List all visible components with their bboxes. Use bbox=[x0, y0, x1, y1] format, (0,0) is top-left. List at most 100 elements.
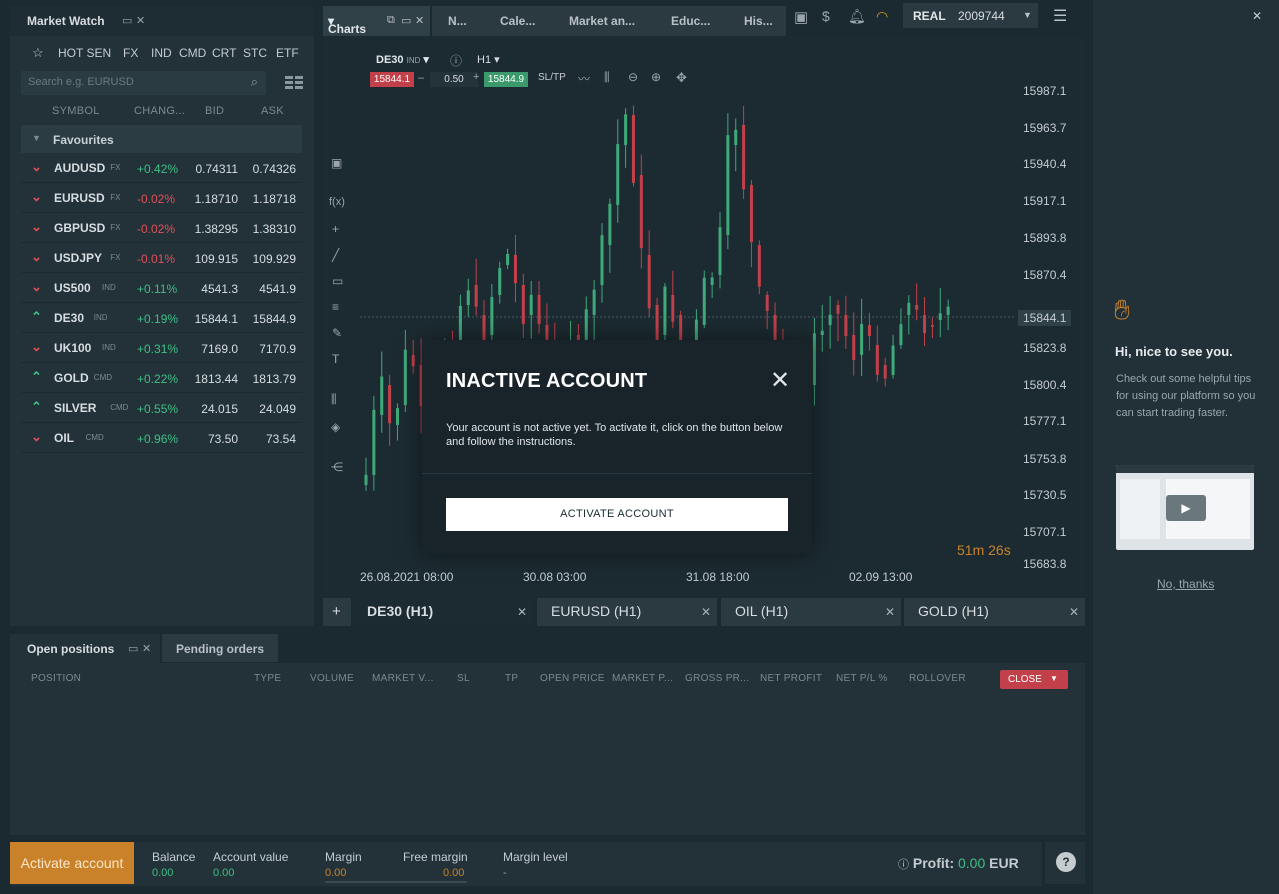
share-icon[interactable]: ⋲ bbox=[331, 460, 343, 474]
layout-icon[interactable]: ▣ bbox=[794, 8, 808, 26]
sltp-button[interactable]: SL/TP bbox=[538, 72, 566, 83]
no-thanks-link[interactable]: No, thanks bbox=[1157, 577, 1214, 591]
col-symbol[interactable]: SYMBOL bbox=[52, 105, 100, 117]
tab-hot-sen[interactable]: HOT SEN bbox=[58, 46, 111, 60]
rectangle-tool-icon[interactable]: ▭ bbox=[332, 274, 343, 288]
crosshair-icon[interactable]: + bbox=[332, 222, 339, 236]
help-button[interactable]: ? bbox=[1045, 842, 1085, 884]
chart-tab-eurusd[interactable]: EURUSD (H1) ✕ bbox=[537, 598, 717, 626]
favorites-star-icon[interactable]: ☆ bbox=[32, 45, 44, 61]
close-icon[interactable]: ✕ bbox=[701, 605, 711, 619]
close-icon[interactable]: ✕ bbox=[415, 14, 424, 27]
tab-market-analysis[interactable]: Market an... bbox=[569, 14, 635, 28]
chart-symbol[interactable]: DE30 IND ▾ bbox=[376, 53, 429, 66]
layers-icon[interactable]: ◈ bbox=[331, 420, 340, 434]
pen-tool-icon[interactable]: ✎ bbox=[332, 326, 342, 340]
column-header[interactable]: VOLUME bbox=[310, 673, 354, 684]
volume-decrease[interactable]: – bbox=[418, 72, 424, 84]
list-item[interactable]: ⌄ AUDUSD FX +0.42% 0.74311 0.74326 bbox=[21, 153, 302, 183]
maximize-icon[interactable]: ▭ bbox=[122, 14, 132, 27]
tab-education[interactable]: Educ... bbox=[671, 14, 710, 28]
col-change[interactable]: CHANG... bbox=[134, 105, 185, 117]
add-chart-button[interactable]: + bbox=[323, 598, 351, 626]
column-header[interactable]: GROSS PR... bbox=[685, 673, 749, 684]
column-header[interactable]: MARKET P... bbox=[612, 673, 673, 684]
chart-tab-gold[interactable]: GOLD (H1) ✕ bbox=[904, 598, 1085, 626]
column-header[interactable]: OPEN PRICE bbox=[540, 673, 605, 684]
list-item[interactable]: ⌄ OIL CMD +0.96% 73.50 73.54 bbox=[21, 423, 302, 453]
chart-type-icon[interactable]: ▣ bbox=[331, 156, 342, 170]
indicator-icon[interactable]: f(x) bbox=[329, 196, 345, 208]
close-icon[interactable]: ✕ bbox=[142, 642, 151, 655]
column-header[interactable]: NET P/L % bbox=[836, 673, 888, 684]
close-icon[interactable]: ✕ bbox=[885, 605, 895, 619]
list-item[interactable]: ⌄ EURUSD FX -0.02% 1.18710 1.18718 bbox=[21, 183, 302, 213]
close-icon[interactable]: ✕ bbox=[1069, 605, 1079, 619]
symbol-search-input[interactable]: Search e.g. EURUSD ⌕ bbox=[21, 71, 266, 95]
tab-etf[interactable]: ETF bbox=[276, 46, 299, 60]
connection-icon[interactable]: ◠ bbox=[876, 8, 888, 25]
collapse-icon[interactable]: ▼ bbox=[32, 133, 41, 143]
fibonacci-icon[interactable]: ≡ bbox=[332, 300, 339, 314]
column-header[interactable]: NET PROFIT bbox=[760, 673, 822, 684]
candles-icon[interactable]: ⫼ bbox=[331, 392, 337, 407]
close-icon[interactable]: ✕ bbox=[1252, 9, 1262, 23]
maximize-icon[interactable]: ▭ bbox=[128, 642, 138, 655]
text-tool-icon[interactable]: T bbox=[332, 352, 339, 366]
column-header[interactable]: TYPE bbox=[254, 673, 281, 684]
col-ask[interactable]: ASK bbox=[261, 105, 284, 117]
close-icon[interactable]: ✕ bbox=[517, 605, 527, 619]
bell-icon[interactable]: 🔔︎ bbox=[848, 8, 866, 25]
list-item[interactable]: ⌃ DE30 IND +0.19% 15844.1 15844.9 bbox=[21, 303, 302, 333]
transfer-icon[interactable]: $ bbox=[822, 8, 830, 24]
list-item[interactable]: ⌄ UK100 IND +0.31% 7169.0 7170.9 bbox=[21, 333, 302, 363]
favourites-group[interactable]: ▼ Favourites bbox=[21, 125, 302, 153]
tab-charts[interactable]: Charts ▾ ⧉ ▭ ✕ bbox=[323, 6, 430, 36]
list-item[interactable]: ⌄ GBPUSD FX -0.02% 1.38295 1.38310 bbox=[21, 213, 302, 243]
line-tool-icon[interactable]: ╱ bbox=[332, 248, 339, 262]
timeframe-select[interactable]: H1 ▾ bbox=[477, 53, 500, 66]
close-all-button[interactable]: CLOSE ▼ bbox=[1000, 670, 1068, 689]
list-item[interactable]: ⌃ SILVER CMD +0.55% 24.015 24.049 bbox=[21, 393, 302, 423]
list-item[interactable]: ⌄ USDJPY FX -0.01% 109.915 109.929 bbox=[21, 243, 302, 273]
zoom-out-icon[interactable]: ⊖ bbox=[628, 70, 638, 84]
tab-cmd[interactable]: CMD bbox=[179, 46, 206, 60]
col-bid[interactable]: BID bbox=[205, 105, 224, 117]
indicators-icon[interactable]: ⫼ bbox=[604, 70, 610, 85]
tab-pending-orders[interactable]: Pending orders bbox=[162, 634, 278, 662]
volume-increase[interactable]: + bbox=[473, 71, 479, 83]
tab-open-positions[interactable]: Open positions ▭ ✕ bbox=[10, 634, 160, 663]
info-icon[interactable]: ⓘ bbox=[898, 859, 909, 871]
play-icon[interactable]: ▶ bbox=[1166, 495, 1206, 521]
list-item[interactable]: ⌃ GOLD CMD +0.22% 1813.44 1813.79 bbox=[21, 363, 302, 393]
column-header[interactable]: POSITION bbox=[31, 673, 81, 684]
column-header[interactable]: ROLLOVER bbox=[909, 673, 966, 684]
tab-calendar[interactable]: Cale... bbox=[500, 14, 535, 28]
close-icon[interactable]: ✕ bbox=[770, 366, 790, 395]
activate-account-button[interactable]: Activate account bbox=[10, 842, 134, 884]
activate-account-button[interactable]: ACTIVATE ACCOUNT bbox=[446, 498, 788, 531]
tab-ind[interactable]: IND bbox=[151, 46, 172, 60]
list-item[interactable]: ⌄ US500 IND +0.11% 4541.3 4541.9 bbox=[21, 273, 302, 303]
zoom-in-icon[interactable]: ⊕ bbox=[651, 70, 661, 84]
info-icon[interactable]: ⓘ bbox=[450, 52, 462, 69]
tab-history[interactable]: His... bbox=[744, 14, 773, 28]
search-icon[interactable]: ⌕ bbox=[251, 74, 258, 90]
column-header[interactable]: MARKET V... bbox=[372, 673, 434, 684]
account-selector[interactable]: REAL 2009744 ▼ bbox=[903, 3, 1038, 28]
move-icon[interactable]: ✥ bbox=[676, 70, 687, 86]
grid-view-icon[interactable] bbox=[285, 76, 304, 90]
chart-tab-de30[interactable]: DE30 (H1) ✕ bbox=[353, 598, 533, 626]
close-icon[interactable]: ✕ bbox=[136, 14, 145, 27]
tutorial-video-thumbnail[interactable]: ▶ bbox=[1116, 465, 1254, 550]
column-header[interactable]: SL bbox=[457, 673, 470, 684]
popout-icon[interactable]: ⧉ bbox=[387, 14, 395, 27]
tab-news[interactable]: N... bbox=[448, 14, 467, 28]
tab-fx[interactable]: FX bbox=[123, 46, 138, 60]
column-header[interactable]: TP bbox=[505, 673, 518, 684]
maximize-icon[interactable]: ▭ bbox=[401, 14, 411, 27]
chart-tab-oil[interactable]: OIL (H1) ✕ bbox=[721, 598, 901, 626]
menu-icon[interactable]: ☰ bbox=[1053, 6, 1067, 26]
tab-stc[interactable]: STC bbox=[243, 46, 267, 60]
tab-crt[interactable]: CRT bbox=[212, 46, 236, 60]
